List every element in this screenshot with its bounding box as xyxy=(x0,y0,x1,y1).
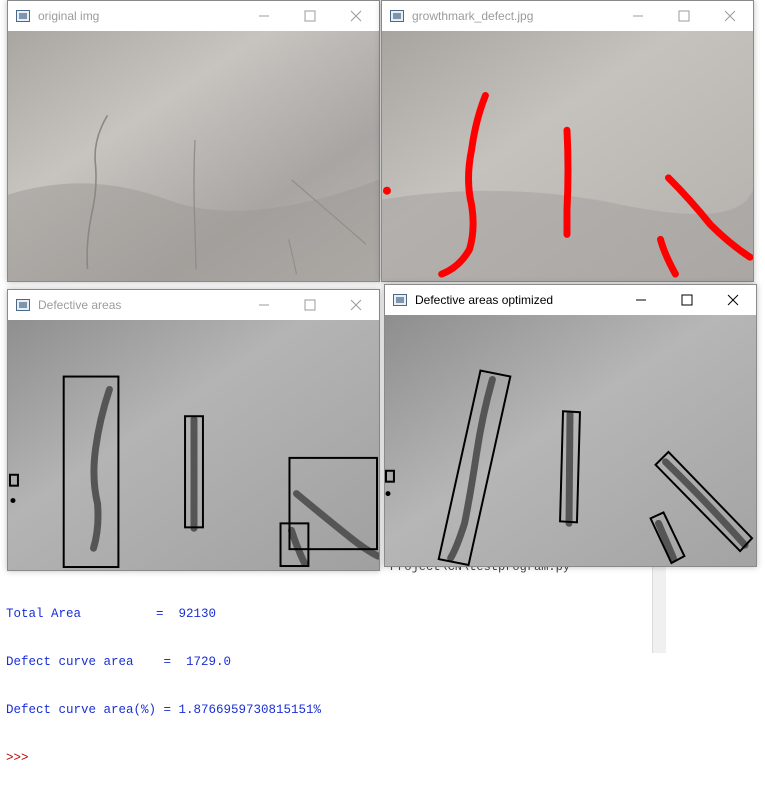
shell-output[interactable]: Total Area = 92130 Defect curve area = 1… xyxy=(6,574,321,798)
minimize-button[interactable] xyxy=(618,285,664,315)
image-panel xyxy=(382,31,753,281)
window-title: Defective areas xyxy=(38,298,122,312)
bounding-boxes-image xyxy=(8,320,379,570)
image-panel xyxy=(385,315,756,566)
maximize-button[interactable] xyxy=(287,1,333,31)
titlebar[interactable]: Defective areas optimized xyxy=(385,285,756,315)
close-icon xyxy=(724,10,736,22)
minimize-button[interactable] xyxy=(241,1,287,31)
rotated-boxes-image xyxy=(385,315,756,566)
window-growthmark-defect[interactable]: growthmark_defect.jpg xyxy=(381,0,754,282)
window-original-img[interactable]: original img xyxy=(7,0,380,282)
maximize-icon xyxy=(678,10,690,22)
total-area-line: Total Area = 92130 xyxy=(6,607,217,621)
close-button[interactable] xyxy=(333,290,379,320)
titlebar[interactable]: growthmark_defect.jpg xyxy=(382,1,753,31)
window-defective-areas[interactable]: Defective areas xyxy=(7,289,380,571)
window-title: original img xyxy=(38,9,100,23)
shell-prompt[interactable]: >>> xyxy=(6,750,321,766)
window-defective-areas-optimized[interactable]: Defective areas optimized xyxy=(384,284,757,567)
opencv-window-icon xyxy=(393,294,407,306)
maximize-icon xyxy=(681,294,693,306)
wood-surface-image xyxy=(8,31,379,281)
titlebar[interactable]: original img xyxy=(8,1,379,31)
window-title: Defective areas optimized xyxy=(415,293,554,307)
minimize-icon xyxy=(636,299,646,301)
defect-marked-image xyxy=(382,31,753,281)
minimize-icon xyxy=(633,15,643,17)
close-icon xyxy=(350,10,362,22)
maximize-icon xyxy=(304,10,316,22)
minimize-icon xyxy=(259,15,269,17)
close-button[interactable] xyxy=(333,1,379,31)
opencv-window-icon xyxy=(16,10,30,22)
close-icon xyxy=(350,299,362,311)
maximize-button[interactable] xyxy=(287,290,333,320)
close-button[interactable] xyxy=(707,1,753,31)
defect-curve-line: Defect curve area = 1729.0 xyxy=(6,655,232,669)
maximize-icon xyxy=(304,299,316,311)
opencv-window-icon xyxy=(390,10,404,22)
shell-scrollbar[interactable] xyxy=(652,560,666,653)
close-button[interactable] xyxy=(710,285,756,315)
titlebar[interactable]: Defective areas xyxy=(8,290,379,320)
maximize-button[interactable] xyxy=(661,1,707,31)
maximize-button[interactable] xyxy=(664,285,710,315)
image-panel xyxy=(8,31,379,281)
minimize-button[interactable] xyxy=(241,290,287,320)
minimize-icon xyxy=(259,304,269,306)
window-title: growthmark_defect.jpg xyxy=(412,9,534,23)
defect-percent-line: Defect curve area(%) = 1.876695973081515… xyxy=(6,703,322,717)
close-icon xyxy=(727,294,739,306)
minimize-button[interactable] xyxy=(615,1,661,31)
image-panel xyxy=(8,320,379,570)
opencv-window-icon xyxy=(16,299,30,311)
